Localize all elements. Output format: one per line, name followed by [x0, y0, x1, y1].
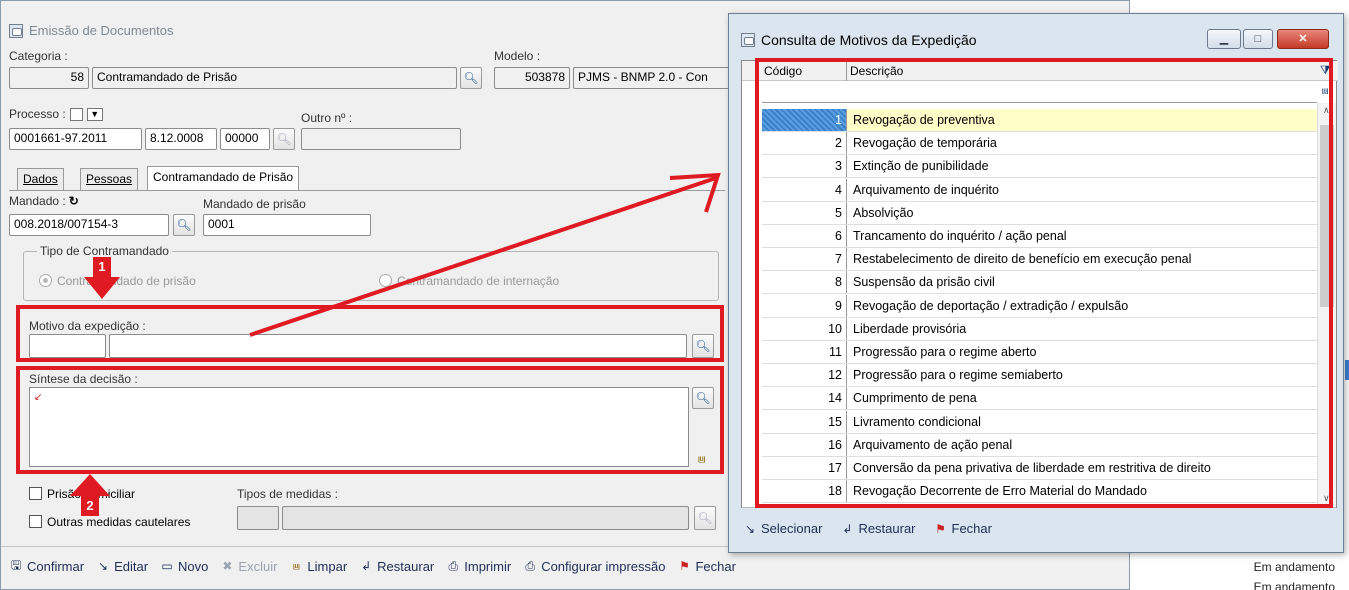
- dialog-title-text: Consulta de Motivos da Expedição: [761, 32, 977, 48]
- close-button[interactable]: ✕: [1277, 29, 1329, 49]
- window-icon: [741, 33, 755, 47]
- close-icon: ✕: [1298, 33, 1308, 45]
- maximize-button[interactable]: □: [1243, 29, 1273, 49]
- dialog-toolbar: ↘ Selecionar ↲ Restaurar ⚑ Fechar: [743, 521, 992, 536]
- pointer-arrow-line: [249, 176, 717, 337]
- minimize-icon: ▁: [1219, 33, 1229, 45]
- dialog-restaurar-button[interactable]: ↲ Restaurar: [840, 521, 915, 536]
- motivos-dialog: Consulta de Motivos da Expedição ▁ □ ✕ C…: [728, 13, 1344, 553]
- dialog-fechar-button[interactable]: ⚑ Fechar: [934, 521, 992, 536]
- pointer-icon: ↘: [744, 521, 756, 536]
- highlight-box-grid: [755, 58, 1333, 508]
- dialog-restaurar-label: Restaurar: [858, 521, 916, 536]
- selecionar-label: Selecionar: [761, 521, 823, 536]
- flag-icon: ⚑: [935, 521, 946, 536]
- restore-icon: ↲: [842, 521, 853, 536]
- dialog-title: Consulta de Motivos da Expedição: [741, 32, 977, 48]
- maximize-icon: □: [1254, 33, 1262, 45]
- dialog-fechar-label: Fechar: [951, 521, 992, 536]
- selecionar-button[interactable]: ↘ Selecionar: [743, 521, 822, 536]
- minimize-button[interactable]: ▁: [1207, 29, 1241, 49]
